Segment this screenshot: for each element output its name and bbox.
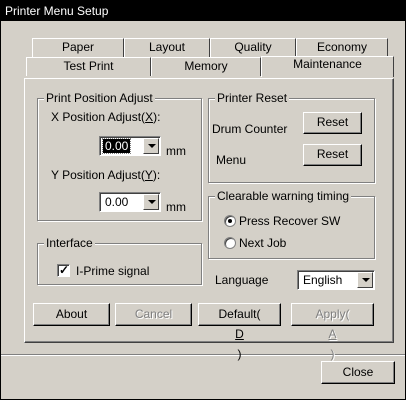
print-position-adjust-label: Print Position Adjust — [44, 91, 155, 105]
default-button[interactable]: Default( D) — [198, 303, 281, 361]
default-accel-key: D — [235, 327, 244, 341]
tab-memory-label: Memory — [184, 59, 228, 73]
y-position-value: 0.00 — [105, 195, 129, 209]
tab-test-print-label: Test Print — [63, 59, 114, 73]
default-text-end: ) — [237, 347, 242, 361]
i-prime-signal-label: I-Prime signal — [76, 264, 150, 278]
x-position-value: 0.00 — [101, 138, 132, 154]
tab-layout-label: Layout — [148, 40, 186, 54]
tab-quality-label: Quality — [234, 40, 272, 54]
language-value: English — [303, 273, 343, 287]
y-position-unit: mm — [166, 200, 186, 214]
y-position-combo[interactable]: 0.00 — [99, 192, 161, 212]
language-dropdown-arrow-icon[interactable] — [357, 272, 373, 288]
apply-text-end: ) — [330, 347, 335, 361]
x-position-unit: mm — [166, 144, 186, 158]
press-recover-sw-label: Press Recover SW — [239, 214, 341, 228]
cancel-button-label: Cancel — [134, 307, 173, 321]
printer-menu-setup-window: Printer Menu Setup Paper Layout Quality … — [0, 0, 406, 400]
y-position-dropdown-arrow-icon[interactable] — [143, 194, 159, 210]
menu-reset-button-label: Reset — [316, 147, 349, 161]
drum-counter-label: Drum Counter — [212, 122, 288, 136]
tab-economy-label: Economy — [316, 40, 368, 54]
tab-economy[interactable]: Economy — [296, 38, 388, 57]
about-button-label: About — [55, 307, 88, 321]
window-title: Printer Menu Setup — [1, 1, 405, 21]
apply-text: Apply( — [315, 307, 350, 321]
maintenance-panel: Print Position Adjust X Position Adjust(… — [24, 78, 394, 361]
tab-maintenance-label: Maintenance — [293, 57, 362, 71]
close-button[interactable]: Close — [321, 361, 395, 384]
default-text: Default( — [218, 307, 261, 321]
apply-button-label: Apply( A) — [292, 304, 373, 364]
x-position-text: X Position Adjust( — [51, 110, 146, 124]
about-button[interactable]: About — [33, 303, 110, 326]
tab-quality[interactable]: Quality — [210, 38, 296, 57]
tab-memory[interactable]: Memory — [151, 57, 261, 76]
x-position-accel-key: X — [145, 110, 154, 124]
x-position-text-end: ): — [153, 110, 161, 124]
cancel-button[interactable]: Cancel — [115, 303, 192, 326]
y-position-accel-key: Y — [144, 168, 153, 182]
printer-reset-label: Printer Reset — [215, 91, 290, 105]
apply-button[interactable]: Apply( A) — [291, 303, 374, 361]
y-position-text-end: ): — [152, 168, 161, 182]
x-position-combo[interactable]: 0.00 — [99, 136, 161, 156]
x-position-dropdown-arrow-icon[interactable] — [143, 138, 159, 154]
language-combo[interactable]: English — [297, 270, 375, 290]
y-position-text: Y Position Adjust( — [51, 168, 145, 182]
default-button-label: Default( D) — [199, 304, 280, 364]
menu-reset-label: Menu — [216, 153, 247, 167]
tab-test-print[interactable]: Test Print — [26, 57, 151, 76]
interface-label: Interface — [44, 236, 95, 250]
y-position-adjust-label: Y Position Adjust(Y): — [51, 168, 160, 182]
next-job-radio[interactable] — [224, 237, 236, 249]
close-button-label: Close — [342, 365, 374, 379]
menu-reset-button[interactable]: Reset — [303, 144, 362, 166]
drum-counter-reset-label: Reset — [316, 115, 349, 129]
i-prime-signal-checkbox[interactable]: ✓ — [57, 263, 70, 277]
next-job-label: Next Job — [239, 236, 287, 250]
drum-counter-reset-button[interactable]: Reset — [303, 112, 362, 134]
tab-maintenance[interactable]: Maintenance — [261, 56, 394, 77]
x-position-adjust-label: X Position Adjust(X): — [51, 110, 160, 124]
tab-paper[interactable]: Paper — [32, 38, 124, 57]
language-label: Language — [215, 273, 269, 287]
printer-reset-group: Printer Reset — [208, 91, 375, 183]
tab-layout[interactable]: Layout — [124, 38, 210, 57]
press-recover-sw-radio[interactable] — [224, 215, 236, 227]
checkmark-icon: ✓ — [59, 263, 70, 277]
tab-paper-label: Paper — [61, 40, 95, 54]
clearable-warning-timing-label: Clearable warning timing — [215, 189, 352, 203]
apply-accel-key: A — [328, 327, 337, 341]
